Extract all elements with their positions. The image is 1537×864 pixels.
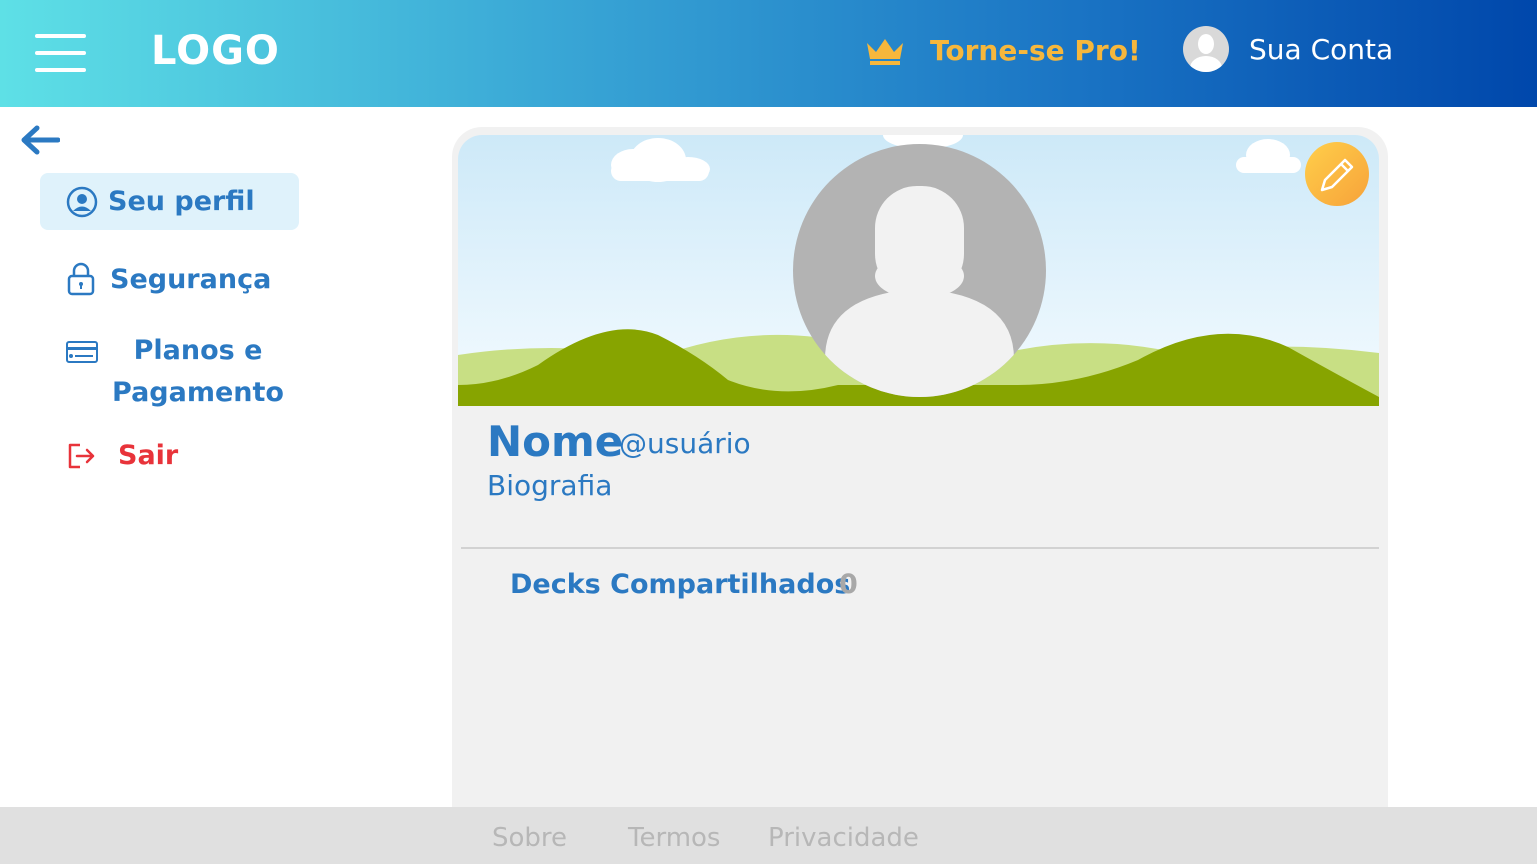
logo[interactable]: LOGO [151,28,280,74]
profile-card: Nome @usuário Biografia Decks Compartilh… [452,127,1388,827]
user-silhouette-icon [825,186,1014,397]
divider [461,547,1379,549]
go-pro-button[interactable]: Torne-se Pro! [864,34,1141,67]
footer-link-about[interactable]: Sobre [492,823,567,853]
sidebar-item-label: Seu perfil [108,186,255,217]
sidebar-item-profile[interactable]: Seu perfil [40,173,299,230]
sidebar-item-label: Planos e Pagamento [112,335,284,408]
user-icon [1190,34,1222,72]
profile-handle: @usuário [619,427,751,460]
account-button[interactable]: Sua Conta [1183,26,1393,72]
edit-profile-button[interactable] [1305,142,1369,206]
footer-link-privacy[interactable]: Privacidade [768,823,919,853]
go-pro-label: Torne-se Pro! [930,34,1141,67]
sidebar-item-label: Sair [118,440,179,471]
profile-bio: Biografia [487,469,613,502]
pencil-icon [1320,158,1354,192]
shared-decks-label: Decks Compartilhados [510,569,851,600]
sidebar-item-logout[interactable]: Sair [66,440,178,471]
lock-icon [67,262,95,296]
sidebar-item-security[interactable]: Segurança [66,262,271,296]
profile-name: Nome [487,417,624,466]
footer-link-terms[interactable]: Termos [628,823,720,853]
user-circle-icon [66,186,98,217]
hamburger-menu-icon[interactable] [35,34,86,74]
footer: Sobre Termos Privacidade [0,807,1537,864]
sidebar-item-plans[interactable]: Planos e Pagamento [66,330,298,414]
account-label: Sua Conta [1249,32,1394,66]
back-arrow-icon[interactable] [20,124,60,156]
crown-icon [867,38,903,65]
shared-decks-count: 0 [839,569,858,600]
credit-card-icon [66,341,98,363]
top-bar: LOGO Torne-se Pro! Sua Conta [0,0,1537,107]
profile-picture[interactable] [793,144,1046,397]
sidebar-item-label: Segurança [110,263,272,295]
avatar [1183,26,1229,72]
logout-icon [68,443,95,468]
